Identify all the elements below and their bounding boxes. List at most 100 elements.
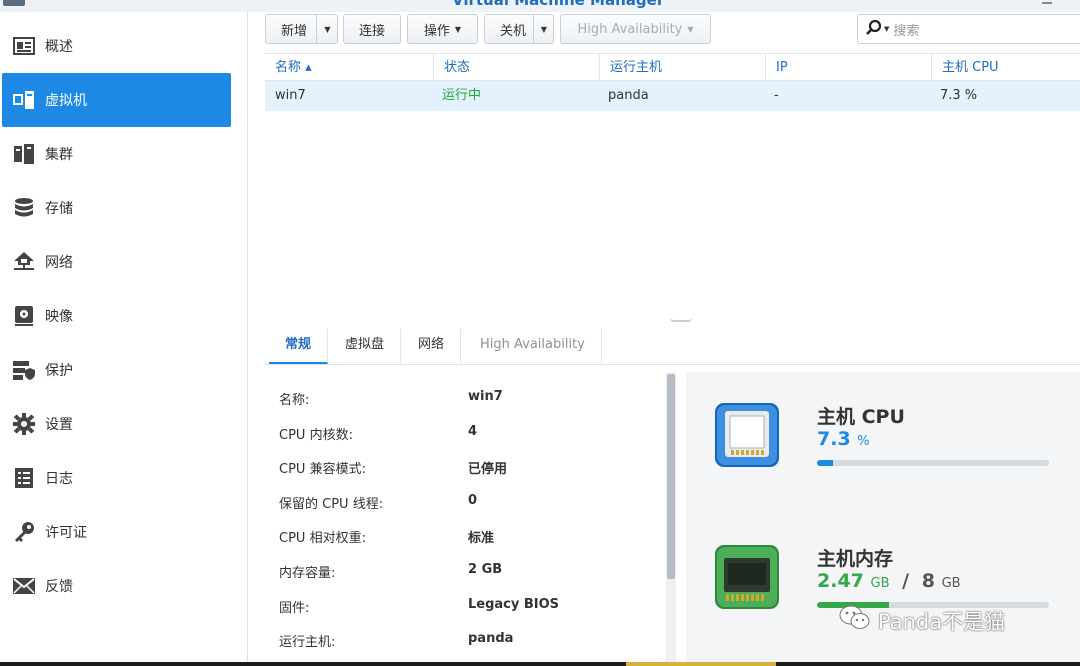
sidebar-item-image[interactable]: 映像 bbox=[2, 289, 231, 343]
sidebar-item-label: 日志 bbox=[45, 471, 73, 487]
detail-value: 2 GB bbox=[468, 562, 503, 577]
detail-value: Legacy BIOS bbox=[468, 597, 560, 612]
detail-value: win7 bbox=[468, 389, 503, 404]
sidebar-item-settings[interactable]: 设置 bbox=[2, 397, 231, 451]
sidebar-item-license[interactable]: 许可证 bbox=[2, 505, 231, 559]
cell-name: win7 bbox=[275, 88, 306, 103]
memory-total-unit: GB bbox=[941, 576, 961, 591]
sidebar-item-protection[interactable]: 保护 bbox=[2, 343, 231, 397]
shutdown-button-label: 关机 bbox=[500, 23, 527, 39]
cluster-icon bbox=[12, 142, 36, 166]
detail-row: 内存容量: 2 GB bbox=[265, 553, 665, 587]
column-header-ip[interactable]: IP bbox=[765, 54, 931, 81]
tab-network[interactable]: 网络 bbox=[402, 329, 462, 364]
sidebar-item-network[interactable]: 网络 bbox=[2, 235, 231, 289]
sidebar-item-label: 保护 bbox=[45, 363, 73, 379]
connect-button-label: 连接 bbox=[358, 23, 385, 39]
high-availability-button[interactable]: High Availability ▼ bbox=[560, 14, 711, 44]
memory-stat-value: 2.47 GB / 8 GB bbox=[817, 570, 961, 592]
cpu-stat-title: 主机 CPU bbox=[817, 406, 905, 428]
search-box[interactable]: ▼ 搜索 bbox=[857, 14, 1080, 44]
column-header-status[interactable]: 状态 bbox=[433, 54, 599, 81]
column-header-host[interactable]: 运行主机 bbox=[599, 54, 765, 81]
detail-row: CPU 相对权重: 标准 bbox=[265, 518, 665, 552]
cpu-usage-bar bbox=[817, 460, 1049, 466]
detail-row: 固件: Legacy BIOS bbox=[265, 588, 665, 622]
memory-stat-title: 主机内存 bbox=[817, 548, 894, 570]
detail-value: 标准 bbox=[468, 531, 495, 546]
vm-grid: 名称 ▴ 状态 运行主机 IP 主机 CPU win7 运行中 panda - … bbox=[265, 53, 1080, 308]
search-icon[interactable] bbox=[866, 19, 882, 39]
scrollbar-thumb[interactable] bbox=[667, 374, 675, 579]
cell-status: 运行中 bbox=[442, 88, 482, 103]
title-bar: Virtual Machine Manager bbox=[0, 0, 1080, 12]
splitter-grip-icon[interactable] bbox=[670, 318, 692, 322]
detail-tabs: 常规 虚拟盘 网络 High Availability bbox=[265, 325, 1080, 365]
window-title: Virtual Machine Manager bbox=[452, 0, 665, 9]
cpu-chip-icon bbox=[714, 402, 780, 468]
detail-label: CPU 相对权重: bbox=[279, 531, 366, 546]
detail-row: CPU 内核数: 4 bbox=[265, 415, 665, 449]
memory-used-number: 2.47 bbox=[817, 570, 864, 592]
sidebar-item-label: 网络 bbox=[45, 255, 73, 271]
taskbar-strip bbox=[0, 662, 1080, 666]
host-memory-stat: 主机内存 2.47 GB / 8 GB bbox=[686, 532, 1080, 662]
detail-scrollbar[interactable] bbox=[666, 372, 676, 662]
taskbar-highlight bbox=[626, 662, 776, 666]
gear-icon bbox=[12, 412, 36, 436]
cell-host: panda bbox=[608, 88, 649, 103]
detail-value: 4 bbox=[468, 424, 478, 439]
wechat-logo-icon bbox=[838, 604, 872, 637]
app-icon bbox=[3, 0, 25, 6]
search-scope-chevron-icon[interactable]: ▼ bbox=[884, 25, 889, 33]
detail-value: 0 bbox=[468, 493, 478, 508]
feedback-mail-icon bbox=[12, 574, 36, 598]
table-row[interactable]: win7 运行中 panda - 7.3 % bbox=[265, 81, 1080, 111]
sidebar-item-virtual-machine[interactable]: 虚拟机 bbox=[2, 73, 231, 127]
tab-virtual-disk[interactable]: 虚拟盘 bbox=[329, 329, 402, 364]
image-icon bbox=[12, 304, 36, 328]
cell-ip: - bbox=[774, 88, 779, 103]
cpu-stat-value: 7.3 % bbox=[817, 428, 870, 450]
detail-row: 名称: win7 bbox=[265, 380, 665, 414]
memory-used-unit: GB bbox=[870, 576, 890, 591]
sidebar-item-label: 虚拟机 bbox=[45, 93, 87, 109]
new-button-label: 新增 bbox=[281, 23, 308, 39]
cpu-usage-number: 7.3 bbox=[817, 428, 851, 450]
sidebar-item-cluster[interactable]: 集群 bbox=[2, 127, 231, 181]
cpu-usage-fill bbox=[817, 460, 834, 466]
connect-button[interactable]: 连接 bbox=[343, 14, 401, 44]
chevron-down-icon: ▼ bbox=[687, 24, 694, 34]
minimize-icon[interactable] bbox=[1042, 0, 1052, 4]
action-button-label: 操作 bbox=[423, 23, 450, 39]
detail-row: 运行主机: panda bbox=[265, 622, 665, 656]
host-cpu-stat: 主机 CPU 7.3 % bbox=[686, 392, 1080, 522]
detail-label: CPU 内核数: bbox=[279, 428, 353, 443]
tab-high-availability[interactable]: High Availability bbox=[464, 329, 602, 364]
column-header-host-cpu[interactable]: 主机 CPU bbox=[931, 54, 1080, 81]
detail-row: CPU 兼容模式: 已停用 bbox=[265, 449, 665, 483]
sidebar-item-label: 许可证 bbox=[45, 525, 87, 541]
detail-label: 运行主机: bbox=[279, 635, 336, 650]
search-input[interactable]: 搜索 bbox=[893, 20, 919, 39]
sidebar-item-log[interactable]: 日志 bbox=[2, 451, 231, 505]
detail-label: 固件: bbox=[279, 601, 310, 616]
shutdown-dropdown-chevron-icon[interactable]: ▼ bbox=[534, 14, 554, 44]
sidebar-item-label: 概述 bbox=[45, 39, 73, 55]
column-header-name[interactable]: 名称 ▴ bbox=[265, 54, 433, 81]
panel-splitter[interactable] bbox=[265, 308, 1080, 322]
detail-label: CPU 兼容模式: bbox=[279, 462, 366, 477]
sidebar-item-label: 反馈 bbox=[45, 579, 73, 595]
memory-total-number: 8 bbox=[921, 570, 935, 592]
ha-button-label: High Availability bbox=[577, 21, 683, 37]
network-icon bbox=[12, 250, 36, 274]
sidebar-item-feedback[interactable]: 反馈 bbox=[2, 559, 231, 613]
general-detail-panel: 名称: win7 CPU 内核数: 4 CPU 兼容模式: 已停用 保留的 CP… bbox=[265, 372, 676, 662]
action-button[interactable]: 操作 ▼ bbox=[407, 14, 478, 44]
sidebar-item-storage[interactable]: 存储 bbox=[2, 181, 231, 235]
sidebar-item-overview[interactable]: 概述 bbox=[2, 19, 231, 73]
new-dropdown-chevron-icon[interactable]: ▼ bbox=[317, 14, 338, 44]
grid-header: 名称 ▴ 状态 运行主机 IP 主机 CPU bbox=[265, 53, 1080, 81]
tab-general[interactable]: 常规 bbox=[269, 329, 329, 364]
cpu-usage-unit: % bbox=[857, 434, 870, 449]
